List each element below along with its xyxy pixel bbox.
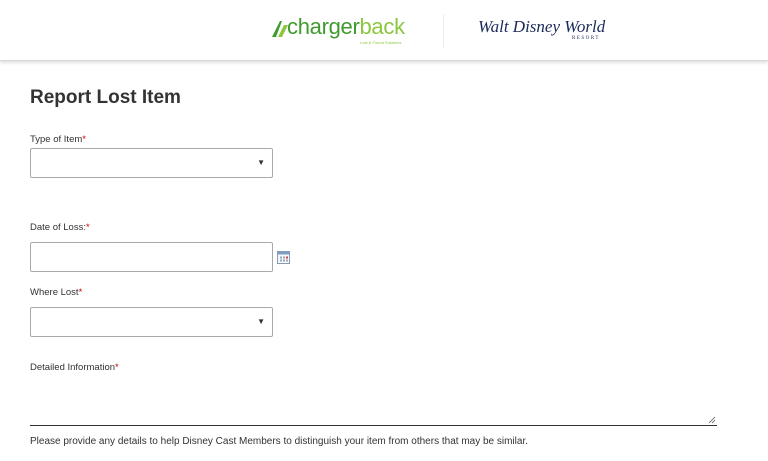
chevron-down-icon: ▼ <box>257 158 265 167</box>
detailed-information-label-text: Detailed Information <box>30 362 116 373</box>
calendar-icon[interactable] <box>277 251 290 264</box>
where-lost-select[interactable]: ▼ <box>30 307 273 337</box>
wdw-name: Walt Disney World <box>478 17 606 36</box>
required-mark: * <box>78 287 83 298</box>
required-mark: * <box>115 362 119 373</box>
page-title: Report Lost Item <box>30 87 181 108</box>
date-of-loss-label: Date of Loss:* <box>30 222 90 234</box>
walt-disney-world-logo[interactable]: Walt Disney World RESORT <box>478 16 618 48</box>
chevron-down-icon: ▼ <box>257 317 265 326</box>
type-of-item-label: Type of Item* <box>30 134 86 146</box>
header-divider <box>443 14 444 48</box>
chargerback-tagline: Lost & Found Solutions <box>360 40 402 45</box>
type-of-item-select[interactable]: ▼ <box>30 148 273 178</box>
required-mark: * <box>85 222 90 233</box>
date-of-loss-input[interactable] <box>30 242 273 272</box>
chargerback-word-dark: charger <box>287 14 360 39</box>
required-mark: * <box>82 134 86 145</box>
detailed-information-textarea[interactable] <box>30 380 717 426</box>
chargerback-wordmark: chargerback <box>287 14 405 40</box>
resize-handle-icon[interactable] <box>708 416 716 424</box>
wdw-resort: RESORT <box>572 36 600 41</box>
date-of-loss-label-text: Date of Loss: <box>30 222 86 233</box>
detailed-information-helper: Please provide any details to help Disne… <box>30 436 528 447</box>
where-lost-label: Where Lost* <box>30 287 82 299</box>
detailed-information-label: Detailed Information* <box>30 362 119 374</box>
where-lost-label-text: Where Lost <box>30 287 79 298</box>
chargerback-word-light: back <box>359 14 406 39</box>
site-header: chargerback Lost & Found Solutions Walt … <box>0 0 768 61</box>
type-of-item-label-text: Type of Item <box>30 134 83 145</box>
